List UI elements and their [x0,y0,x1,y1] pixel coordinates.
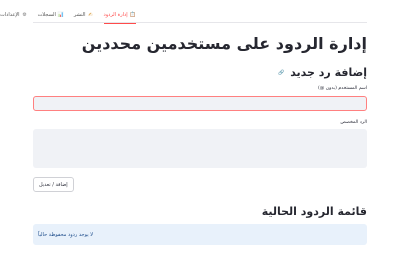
tab-label: النشر [73,12,86,18]
tab-replies-management[interactable]: 📋 إدارة الردود [103,9,136,24]
subtitle-text: إضافة رد جديد [290,66,367,79]
empty-info-box: لا يوجد ردود محفوظة حالياً [33,224,367,245]
tab-label: السجلات [37,12,56,18]
pen-icon: ✍ [88,12,93,18]
link-icon[interactable]: 🔗 [278,70,284,76]
chart-icon: 📊 [57,12,64,18]
tab-label: إدارة الردود [103,12,128,18]
page-title: إدارة الردود على مستخدمين محددين [81,34,367,53]
tab-posting[interactable]: ✍ النشر [74,9,94,21]
tab-label: الإعدادات [0,12,20,18]
username-input[interactable] [33,96,367,111]
tab-settings[interactable]: ⚙ الإعدادات [0,9,28,21]
tab-divider [33,22,367,23]
add-edit-button[interactable]: إضافة / تعديل [33,177,74,192]
gear-icon: ⚙ [22,12,27,18]
clipboard-icon: 📋 [129,12,136,18]
reply-label: الرد المخصص [340,120,367,125]
current-replies-title: قائمة الردود الحالية [261,205,367,218]
tab-logs[interactable]: 📊 السجلات [38,9,64,21]
reply-textarea[interactable] [33,129,367,168]
empty-message: لا يوجد ردود محفوظة حالياً [38,231,94,238]
section-add-reply: إضافة رد جديد 🔗 [278,66,367,79]
username-label: اسم المستخدم (بدون @) [317,86,367,91]
